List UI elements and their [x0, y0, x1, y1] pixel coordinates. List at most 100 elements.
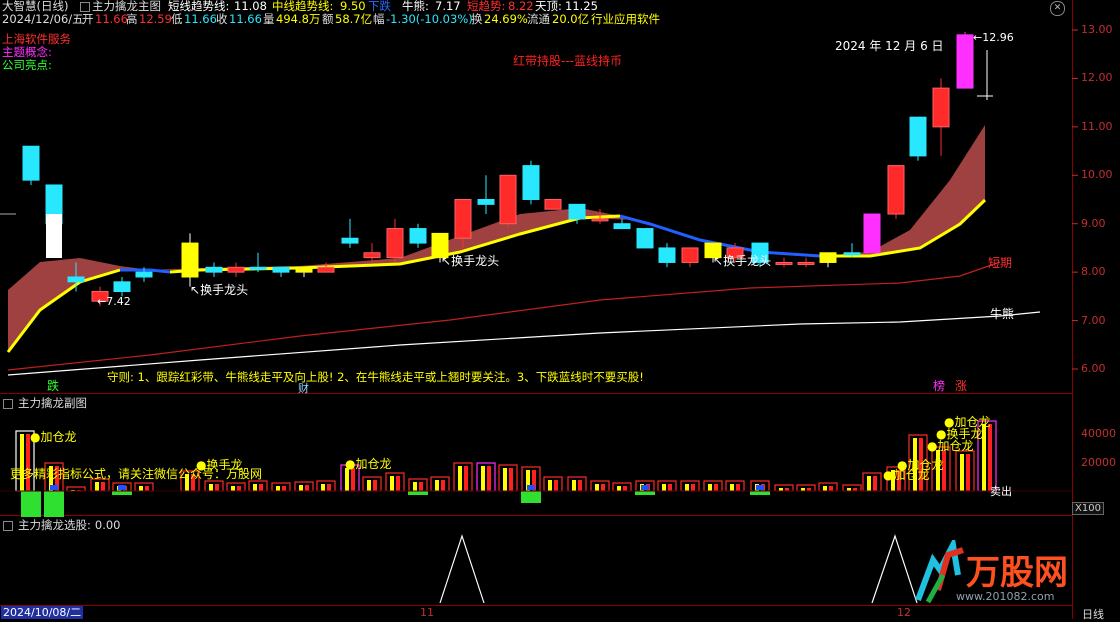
volume-bar-inner-yellow: [321, 484, 325, 491]
volume-green-bar: [521, 491, 541, 503]
candle-body: [272, 266, 290, 273]
volume-bar-outline: [476, 462, 496, 492]
brand-name: 万股网: [966, 553, 1068, 593]
candle-body: [658, 247, 676, 263]
candle-body: [681, 247, 699, 263]
volume-bar-inner-yellow: [823, 486, 827, 491]
dragon-head-note-1: ↖换手龙头: [190, 283, 249, 297]
select-chart-title[interactable]: 主力擒龙选股: 0.00: [3, 517, 120, 533]
sub-chart-title[interactable]: 主力擒龙副图: [3, 395, 87, 411]
volume-bar-inner-red: [215, 484, 219, 491]
price-chart[interactable]: [0, 0, 1120, 619]
candle-body: [409, 228, 427, 244]
candle-body-white: [46, 214, 62, 258]
short-term-line: [7, 261, 1001, 371]
volume-bar-inner-red: [736, 484, 740, 491]
signal-label: ●加仓龙: [944, 415, 991, 429]
candle-body: [568, 203, 586, 220]
volume-bar-inner-yellow: [413, 482, 417, 491]
volume-bar-inner-yellow: [458, 466, 462, 491]
candle-body: [932, 87, 950, 128]
volume-bar-inner-yellow: [231, 486, 235, 491]
wealth-mark: 财: [298, 382, 309, 395]
dragon-head-note-2: ↖换手龙头: [441, 254, 500, 268]
volume-bar-inner-red: [691, 484, 695, 491]
volume-green-bar: [750, 491, 770, 495]
brand-url: www.201082.com: [956, 590, 1055, 603]
month-tick-12: 12: [897, 606, 911, 619]
volume-bar-inner-yellow: [367, 480, 371, 491]
high-price-mark: ←12.96: [973, 31, 1014, 44]
candle-body: [22, 145, 40, 181]
volume-bar-inner-red: [487, 466, 491, 491]
volume-bar-outline: [955, 450, 975, 492]
signal-label: ●加仓龙: [897, 458, 944, 472]
volume-bar-outline: [408, 478, 428, 492]
candle-body: [613, 223, 631, 230]
volume-bar-outline: [316, 480, 336, 492]
volume-green-bar: [44, 491, 64, 517]
price-tick-label: 7.00: [1081, 313, 1106, 327]
candle-body: [477, 199, 495, 205]
volume-bar-outline: [248, 480, 268, 492]
volume-bar-inner-red: [373, 480, 377, 491]
candle-body: [363, 252, 381, 259]
volume-bar-inner-yellow: [95, 482, 99, 491]
high-price-value: 12.96: [982, 31, 1014, 44]
bull-bear-line-tag: 牛熊: [990, 307, 1015, 321]
volume-bar-inner-yellow: [867, 476, 871, 491]
volume-green-bar: [408, 491, 428, 495]
volume-bar-inner-yellow: [595, 484, 599, 491]
red-ribbon-band: [8, 125, 985, 352]
volume-bar-outline: [294, 481, 314, 492]
volume-bar-inner-yellow: [730, 484, 734, 491]
candle-body: [317, 266, 335, 273]
candle-body: [909, 116, 927, 157]
volume-bar-inner-red: [419, 482, 423, 491]
brand-watermark: 万股网 www.201082.com: [908, 540, 1068, 605]
volume-bar-outline: [567, 476, 587, 492]
volume-bar-inner-yellow: [572, 480, 576, 491]
period-label[interactable]: 日线: [1082, 606, 1104, 622]
volume-bar-inner-red: [396, 476, 400, 491]
volume-bar-outline: [590, 480, 610, 492]
signal-label: ●加仓龙: [30, 430, 77, 444]
volume-bar-inner-red: [714, 484, 718, 491]
volume-bar-inner-red: [988, 424, 992, 491]
short-line-tag: 短期: [988, 256, 1013, 270]
volume-bar-inner-yellow: [708, 484, 712, 491]
volume-bar-inner-yellow: [685, 484, 689, 491]
volume-bar-inner-yellow: [548, 480, 552, 491]
volume-bar-outline: [226, 482, 246, 492]
volume-bar-inner-red: [554, 480, 558, 491]
candle-body: [819, 252, 837, 263]
volume-bar-outline: [543, 476, 563, 492]
volume-bar-outline: [680, 480, 700, 492]
volume-bar-inner-red: [464, 466, 468, 491]
volume-bar-outline: [498, 464, 518, 492]
price-tick-label: 10.00: [1081, 168, 1113, 182]
drop-mark: 跌: [47, 379, 60, 393]
candle-body: [636, 228, 654, 249]
volume-green-bar: [635, 491, 655, 495]
rise-mark: 涨: [955, 379, 968, 393]
candle-body: [775, 261, 793, 265]
volume-bar-inner-yellow: [960, 454, 964, 491]
signal-peak-1: [439, 534, 485, 604]
price-tick-label: 9.00: [1081, 216, 1106, 230]
volume-bar-inner-yellow: [20, 434, 24, 491]
volume-bar-inner-yellow: [139, 486, 143, 491]
low-price-mark: ←7.42: [97, 295, 131, 308]
volume-bar-outline: [612, 482, 632, 492]
volume-bar-inner-red: [305, 485, 309, 491]
candle-body: [797, 261, 815, 265]
volume-bar-outline: [818, 482, 838, 492]
volume-bar-inner-red: [282, 486, 286, 491]
volume-bar-outline: [774, 484, 794, 492]
volume-bar-inner-red: [966, 454, 970, 491]
volume-bar-outline: [657, 480, 677, 492]
price-tick-label: 13.00: [1081, 23, 1113, 36]
low-price-value: 7.42: [106, 295, 131, 308]
volume-bar-inner-red: [441, 480, 445, 491]
volume-bar-inner-red: [829, 486, 833, 491]
